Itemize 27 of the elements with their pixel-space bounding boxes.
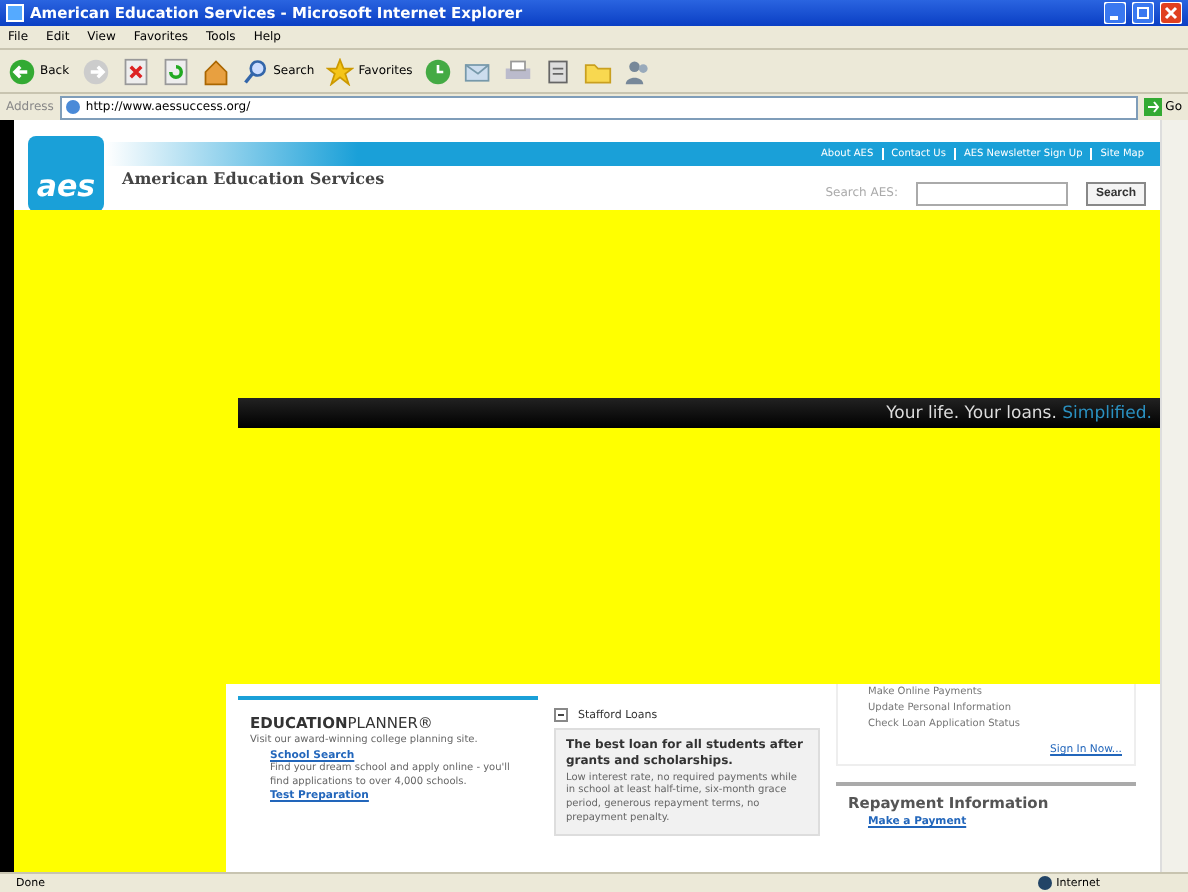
toolbar-button[interactable] — [424, 57, 453, 85]
toolbar-button[interactable] — [504, 57, 533, 85]
clock-icon — [424, 57, 453, 85]
toolbar-button[interactable] — [544, 57, 573, 85]
toolbar-button[interactable] — [624, 57, 653, 85]
site-logo: aes — [28, 135, 104, 211]
close-button[interactable] — [1160, 2, 1182, 24]
search-field[interactable] — [915, 181, 1068, 205]
search-icon — [241, 57, 270, 85]
document-icon — [544, 57, 573, 85]
star-icon — [326, 57, 355, 85]
refresh-icon — [161, 57, 190, 85]
toolbar-button[interactable] — [161, 57, 190, 85]
page-icon — [65, 100, 80, 114]
maximize-button[interactable] — [1132, 2, 1154, 24]
browser-icon — [6, 4, 24, 22]
toolbar-button[interactable] — [201, 57, 230, 85]
printer-icon — [504, 57, 533, 85]
banner-text: Your life. Your loans. Simplified. — [886, 403, 1152, 423]
collapse-icon[interactable] — [554, 708, 568, 722]
home-icon — [201, 57, 230, 85]
people-icon — [624, 57, 653, 85]
toolbar-button[interactable] — [121, 57, 150, 85]
site-title: American Education Services — [122, 167, 387, 187]
minimize-button[interactable] — [1104, 2, 1126, 24]
globe-icon — [1038, 876, 1053, 890]
stop-icon — [121, 57, 150, 85]
